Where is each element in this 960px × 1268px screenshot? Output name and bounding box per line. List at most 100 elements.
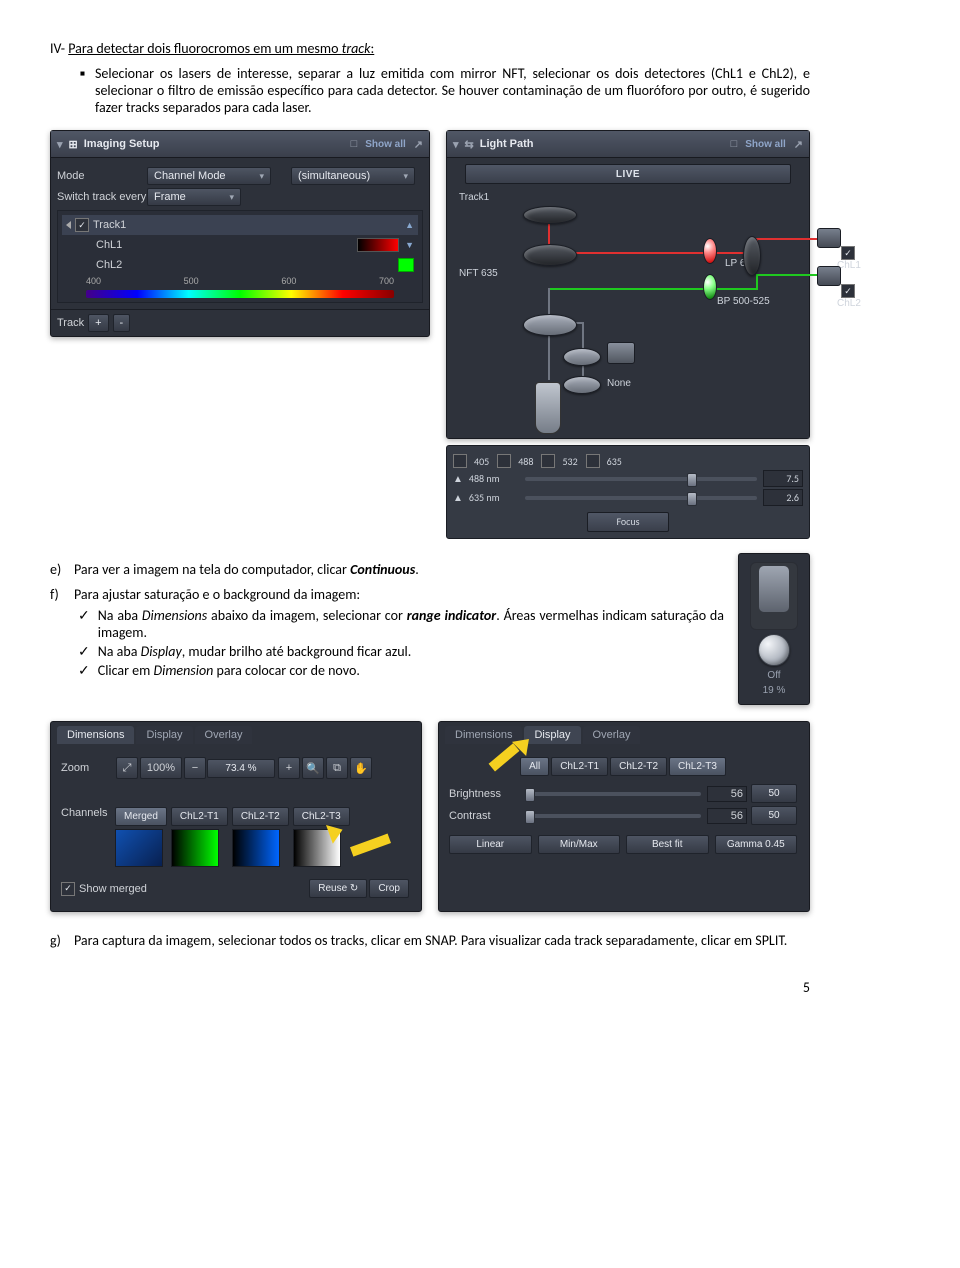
mode-dropdown[interactable]: Channel Mode <box>147 167 271 185</box>
panel-title: Light Path <box>480 138 534 150</box>
collapse-icon[interactable]: ▾ <box>57 138 63 151</box>
show-all-link[interactable]: Show all <box>745 139 786 150</box>
add-track-button[interactable]: + <box>88 314 108 332</box>
spectrum-bar <box>86 290 394 298</box>
down-icon[interactable]: ▼ <box>405 240 414 250</box>
crop-button[interactable]: Crop <box>369 879 409 898</box>
chl2-detector[interactable] <box>817 266 841 286</box>
up-icon[interactable]: ▲ <box>405 220 414 230</box>
collapse-icon[interactable]: ▾ <box>453 138 459 151</box>
contrast-label: Contrast <box>449 810 519 822</box>
tab-overlay[interactable]: Overlay <box>195 726 253 744</box>
laser-488-value[interactable]: 7.5 <box>763 470 803 487</box>
bp-label: BP 500-525 <box>717 296 770 307</box>
contrast-default[interactable]: 50 <box>751 806 797 825</box>
laser-488-slider[interactable]: .slider:nth-of-type(1)::after{left:70%} <box>525 477 757 481</box>
crop-icon[interactable]: ⧉ <box>326 757 348 779</box>
bullet-marker: ▪ <box>80 65 85 116</box>
knob-panel: Off 19 % <box>738 553 810 705</box>
chl1-color-swatch[interactable] <box>357 238 399 252</box>
chl2-color-swatch[interactable] <box>398 258 414 272</box>
zoom-out-button[interactable]: − <box>184 757 206 779</box>
contrast-slider[interactable] <box>525 814 701 818</box>
laser-488-label: 488 nm <box>469 472 519 485</box>
track1-row[interactable]: Track1 ▲ <box>62 215 418 235</box>
laser-635-value[interactable]: 2.6 <box>763 489 803 506</box>
item-e: e) Para ver a imagem na tela do computad… <box>50 561 724 578</box>
lp650-filter[interactable] <box>703 238 717 264</box>
channel-t1[interactable]: ChL2-T1 <box>171 807 230 867</box>
zoom-in-button[interactable]: + <box>278 757 300 779</box>
wl-405-checkbox[interactable] <box>453 454 467 468</box>
show-all-link[interactable]: Show all <box>365 139 406 150</box>
pan-icon[interactable]: ✋ <box>350 757 372 779</box>
laser-icon: ▲ <box>453 472 463 485</box>
tab-display[interactable]: Display <box>136 726 192 744</box>
expand-square-icon[interactable]: □ <box>731 138 738 150</box>
zoom-area-icon[interactable]: 🔍 <box>302 757 324 779</box>
tab-dimensions[interactable]: Dimensions <box>57 726 134 744</box>
panel-header: ▾ ⊞ Imaging Setup □ Show all ↗ <box>51 131 429 158</box>
live-button[interactable]: LIVE <box>465 164 791 184</box>
brightness-slider[interactable] <box>525 792 701 796</box>
check-3: ✓ Clicar em Dimension para colocar cor d… <box>78 662 724 679</box>
laser-source-icon[interactable] <box>607 342 635 364</box>
section-iv-title: IV- Para detectar dois fluorocromos em u… <box>50 40 810 57</box>
chl1-checkbox[interactable] <box>841 246 855 260</box>
reuse-button[interactable]: Reuse ↻ <box>309 879 367 898</box>
laser-635-slider[interactable] <box>525 496 757 500</box>
disp-ch-t1[interactable]: ChL2-T1 <box>551 757 608 776</box>
bullet-item: ▪ Selecionar os lasers de interesse, sep… <box>80 65 810 116</box>
chl2-checkbox[interactable] <box>841 284 855 298</box>
merged-channel[interactable]: Merged <box>115 807 169 867</box>
bp-filter[interactable] <box>703 274 717 300</box>
contrast-value[interactable]: 56 <box>707 808 747 824</box>
disp-ch-t2[interactable]: ChL2-T2 <box>610 757 667 776</box>
tab-display[interactable]: Display <box>524 726 580 744</box>
expand-icon[interactable] <box>66 221 71 229</box>
nft-label: NFT 635 <box>459 268 498 279</box>
wl-488-checkbox[interactable] <box>497 454 511 468</box>
light-path-diagram: LIVE Track1 NFT 635 <box>447 158 809 438</box>
tab-overlay[interactable]: Overlay <box>583 726 641 744</box>
chl1-detector[interactable] <box>817 228 841 248</box>
pct-label: 19 % <box>763 685 786 696</box>
minmax-button[interactable]: Min/Max <box>538 835 621 854</box>
track1-label: Track1 <box>459 192 489 203</box>
show-merged-checkbox[interactable] <box>61 882 75 896</box>
light-path-panel: ▾ ⇆ Light Path □ Show all ↗ LIVE Track1 <box>446 130 810 439</box>
fit-icon[interactable]: ⤢ <box>116 757 138 779</box>
dichroic-mirror[interactable] <box>743 236 761 276</box>
lower-mirror[interactable] <box>523 314 577 336</box>
chl2-row[interactable]: ChL2 <box>62 255 418 275</box>
zoom-label: Zoom <box>61 762 115 774</box>
switch-dropdown[interactable]: Frame <box>147 188 241 206</box>
simul-dropdown[interactable]: (simultaneous) <box>291 167 415 185</box>
side-mirror[interactable] <box>563 348 601 366</box>
zoom-100-button[interactable]: 100% <box>140 757 182 779</box>
linear-button[interactable]: Linear <box>449 835 532 854</box>
focus-button[interactable]: Focus <box>587 512 669 532</box>
remove-track-button[interactable]: - <box>113 314 131 332</box>
popout-icon[interactable]: ↗ <box>414 138 423 151</box>
track1-checkbox[interactable] <box>75 218 89 232</box>
channel-t2[interactable]: ChL2-T2 <box>232 807 291 867</box>
chl1-row[interactable]: ChL1 ▼ <box>62 235 418 255</box>
none-mirror[interactable] <box>563 376 601 394</box>
top-detector <box>523 206 577 224</box>
none-label: None <box>607 378 631 389</box>
zoom-value[interactable]: 73.4 % <box>207 759 275 778</box>
brightness-value[interactable]: 56 <box>707 786 747 802</box>
expand-square-icon[interactable]: □ <box>351 138 358 150</box>
disp-ch-t3[interactable]: ChL2-T3 <box>669 757 726 776</box>
chl2-label: ChL2 <box>96 259 122 271</box>
bestfit-button[interactable]: Best fit <box>626 835 709 854</box>
wl-635-checkbox[interactable] <box>586 454 600 468</box>
intensity-knob[interactable] <box>758 634 790 666</box>
brightness-default[interactable]: 50 <box>751 784 797 803</box>
nft-mirror[interactable] <box>523 244 577 266</box>
popout-icon[interactable]: ↗ <box>794 138 803 151</box>
gamma-button[interactable]: Gamma 0.45 <box>715 835 798 854</box>
all-button[interactable]: All <box>520 757 549 776</box>
wl-532-checkbox[interactable] <box>541 454 555 468</box>
